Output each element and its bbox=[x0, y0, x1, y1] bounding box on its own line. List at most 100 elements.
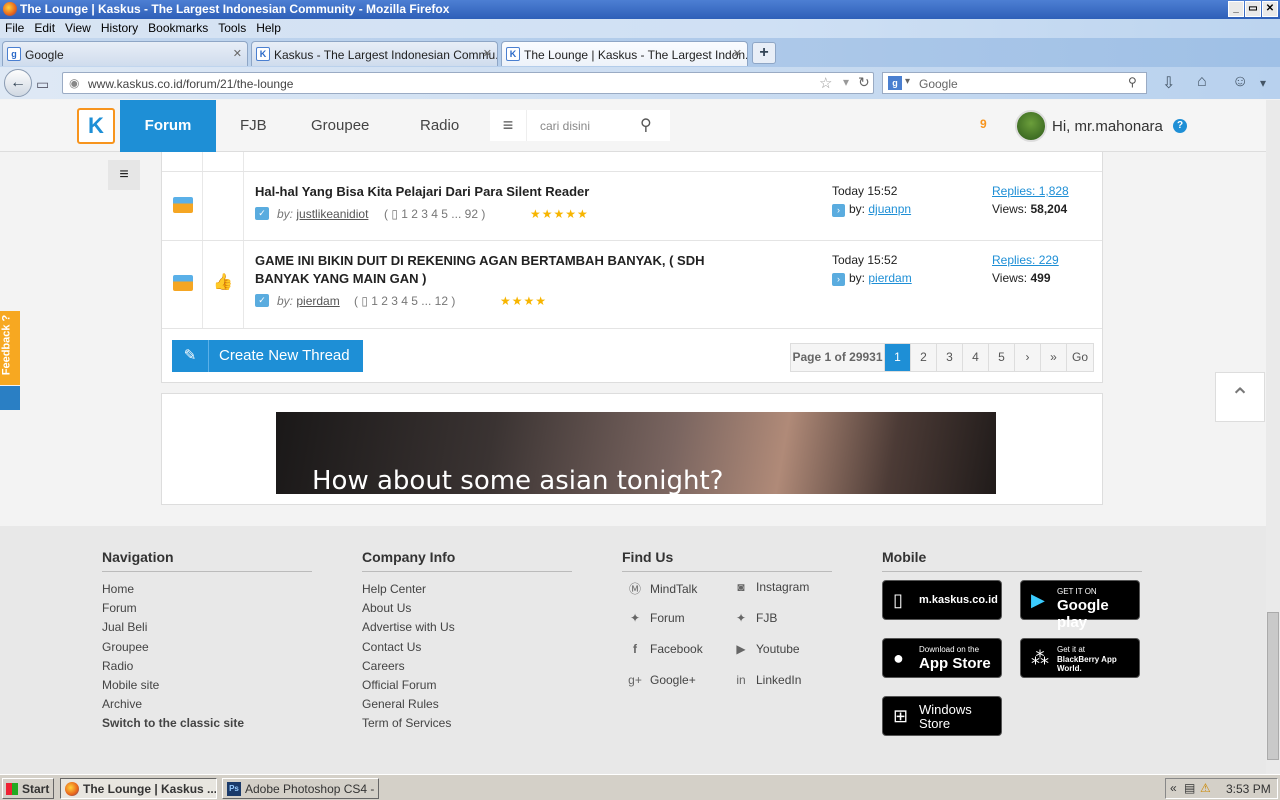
close-tab-icon[interactable]: ✕ bbox=[483, 47, 492, 60]
switch-classic-link[interactable]: Switch to the classic site bbox=[102, 714, 312, 733]
windows-store-badge[interactable]: ⊞ Windows Store bbox=[882, 696, 1002, 736]
go-to-last-post-icon[interactable]: › bbox=[832, 204, 845, 217]
replies-link[interactable]: Replies: 1,828 bbox=[992, 184, 1069, 198]
thread-title[interactable]: Hal-hal Yang Bisa Kita Pelajari Dari Par… bbox=[255, 183, 715, 201]
bookmark-star-icon[interactable]: ☆ bbox=[819, 74, 832, 92]
mobile-site-badge[interactable]: ▯ m.kaskus.co.id bbox=[882, 580, 1002, 620]
engine-dropdown-icon[interactable]: ▾ bbox=[905, 76, 910, 87]
thread-title[interactable]: GAME INI BIKIN DUIT DI REKENING AGAN BER… bbox=[255, 252, 715, 288]
nav-forum[interactable]: Forum bbox=[120, 100, 216, 152]
social-link[interactable]: ✦ FJB bbox=[732, 611, 777, 625]
footer-link[interactable]: Home bbox=[102, 580, 312, 599]
last-post-author[interactable]: pierdam bbox=[868, 271, 911, 285]
social-link[interactable]: Ⓜ MindTalk bbox=[626, 580, 697, 597]
footer-link[interactable]: Help Center bbox=[362, 580, 572, 599]
social-link[interactable]: in LinkedIn bbox=[732, 673, 801, 687]
site-identity-icon[interactable]: ◉ bbox=[69, 76, 79, 90]
nav-groupee[interactable]: Groupee bbox=[311, 100, 369, 152]
back-button[interactable]: ← bbox=[4, 69, 32, 97]
next-page-button[interactable]: › bbox=[1015, 344, 1041, 371]
thread-author[interactable]: pierdam bbox=[296, 294, 339, 308]
nav-radio[interactable]: Radio bbox=[420, 100, 459, 152]
social-link[interactable]: ◙ Instagram bbox=[732, 580, 809, 594]
menu-bookmarks[interactable]: Bookmarks bbox=[148, 19, 208, 38]
footer-link[interactable]: Advertise with Us bbox=[362, 618, 572, 637]
page-3[interactable]: 3 bbox=[937, 344, 963, 371]
table-row[interactable]: 👍 GAME INI BIKIN DUIT DI REKENING AGAN B… bbox=[162, 241, 1102, 329]
page-5[interactable]: 5 bbox=[989, 344, 1015, 371]
menu-edit[interactable]: Edit bbox=[34, 19, 55, 38]
tab-kaskus-home[interactable]: K Kaskus - The Largest Indonesian Commu.… bbox=[251, 41, 498, 66]
downloads-icon[interactable]: ⇩ bbox=[1162, 73, 1175, 93]
feedback-icon[interactable] bbox=[0, 386, 20, 410]
start-button[interactable]: Start bbox=[2, 778, 54, 799]
menu-view[interactable]: View bbox=[65, 19, 91, 38]
scroll-to-top-icon[interactable]: ⌃ bbox=[1215, 372, 1265, 422]
footer-link[interactable]: Forum bbox=[102, 599, 312, 618]
last-post-author[interactable]: djuanpn bbox=[868, 202, 911, 216]
footer-link[interactable]: Groupee bbox=[102, 638, 312, 657]
search-bar[interactable]: g ▾ Google ⚲ bbox=[882, 72, 1147, 94]
security-icon[interactable]: ⚠ bbox=[1200, 781, 1211, 795]
taskbar-photoshop[interactable]: Ps Adobe Photoshop CS4 - ... bbox=[222, 778, 379, 799]
page-4[interactable]: 4 bbox=[963, 344, 989, 371]
page-links[interactable]: ( ▯ 1 2 3 4 5 ... 92 ) bbox=[384, 207, 485, 221]
ad-text[interactable]: How about some asian tonight? bbox=[312, 466, 723, 496]
social-link[interactable]: ✦ Forum bbox=[626, 611, 685, 625]
social-link[interactable]: ▶ Youtube bbox=[732, 642, 799, 656]
minimize-button[interactable]: _ bbox=[1228, 1, 1244, 17]
go-to-last-post-icon[interactable]: › bbox=[832, 273, 845, 286]
footer-link[interactable]: Careers bbox=[362, 657, 572, 676]
footer-link[interactable]: Contact Us bbox=[362, 638, 572, 657]
page-1[interactable]: 1 bbox=[885, 344, 911, 371]
tab-google[interactable]: g Google ✕ bbox=[2, 41, 248, 66]
replies-link[interactable]: Replies: 229 bbox=[992, 253, 1059, 267]
menu-dropdown-icon[interactable]: ▾ bbox=[1260, 76, 1266, 90]
footer-link[interactable]: General Rules bbox=[362, 695, 572, 714]
tab-the-lounge[interactable]: K The Lounge | Kaskus - The Largest Indo… bbox=[501, 41, 748, 66]
notification-count[interactable]: 9 bbox=[980, 117, 994, 135]
new-tab-button[interactable]: + bbox=[752, 42, 776, 64]
user-greeting[interactable]: Hi, mr.mahonara bbox=[1052, 118, 1163, 135]
thread-author[interactable]: justlikeanidiot bbox=[296, 207, 368, 221]
app-store-badge[interactable]: ● Download on the App Store bbox=[882, 638, 1002, 678]
menu-file[interactable]: File bbox=[5, 19, 24, 38]
history-icon[interactable]: ▭ bbox=[36, 76, 49, 93]
google-icon[interactable]: g bbox=[888, 76, 902, 90]
blackberry-badge[interactable]: ⁂ Get it at BlackBerry App World. bbox=[1020, 638, 1140, 678]
menu-tools[interactable]: Tools bbox=[218, 19, 246, 38]
social-link[interactable]: g+ Google+ bbox=[626, 673, 696, 687]
social-link[interactable]: f Facebook bbox=[626, 642, 703, 656]
url-bar[interactable]: ◉ www.kaskus.co.id/forum/21/the-lounge ☆… bbox=[62, 72, 874, 94]
maximize-button[interactable]: ▭ bbox=[1245, 1, 1261, 17]
close-tab-icon[interactable]: ✕ bbox=[733, 47, 742, 60]
avatar[interactable] bbox=[1015, 110, 1047, 142]
footer-link[interactable]: Archive bbox=[102, 695, 312, 714]
search-icon[interactable]: ⚲ bbox=[1128, 75, 1137, 89]
footer-link[interactable]: Jual Beli bbox=[102, 618, 312, 637]
feedback-tab[interactable]: Feedback ? bbox=[0, 311, 20, 385]
kaskus-logo[interactable]: K bbox=[77, 108, 115, 144]
menu-help[interactable]: Help bbox=[256, 19, 281, 38]
menu-history[interactable]: History bbox=[101, 19, 138, 38]
help-icon[interactable]: ? bbox=[1173, 119, 1187, 133]
footer-link[interactable]: Radio bbox=[102, 657, 312, 676]
close-button[interactable]: ✕ bbox=[1262, 1, 1278, 17]
create-new-thread-button[interactable]: ✎ Create New Thread bbox=[172, 340, 363, 372]
expand-tray-icon[interactable]: « bbox=[1170, 781, 1177, 795]
dropdown-icon[interactable]: ▾ bbox=[843, 75, 849, 89]
clock[interactable]: 3:53 PM bbox=[1226, 782, 1271, 796]
go-button[interactable]: Go bbox=[1067, 344, 1093, 371]
side-menu-toggle-icon[interactable]: ≡ bbox=[108, 160, 140, 190]
network-icon[interactable]: ▤ bbox=[1184, 781, 1195, 795]
last-page-button[interactable]: » bbox=[1041, 344, 1067, 371]
taskbar-firefox[interactable]: The Lounge | Kaskus ... bbox=[60, 778, 217, 799]
table-row[interactable]: Hal-hal Yang Bisa Kita Pelajari Dari Par… bbox=[162, 172, 1102, 241]
expand-icon[interactable]: ✓ bbox=[255, 207, 269, 220]
expand-icon[interactable]: ✓ bbox=[255, 294, 269, 307]
footer-link[interactable]: Mobile site bbox=[102, 676, 312, 695]
addon-icon[interactable]: ☺ bbox=[1232, 73, 1248, 91]
google-play-badge[interactable]: ▶ GET IT ON Google play bbox=[1020, 580, 1140, 631]
page-links[interactable]: ( ▯ 1 2 3 4 5 ... 12 ) bbox=[354, 294, 455, 308]
home-icon[interactable]: ⌂ bbox=[1197, 73, 1207, 91]
